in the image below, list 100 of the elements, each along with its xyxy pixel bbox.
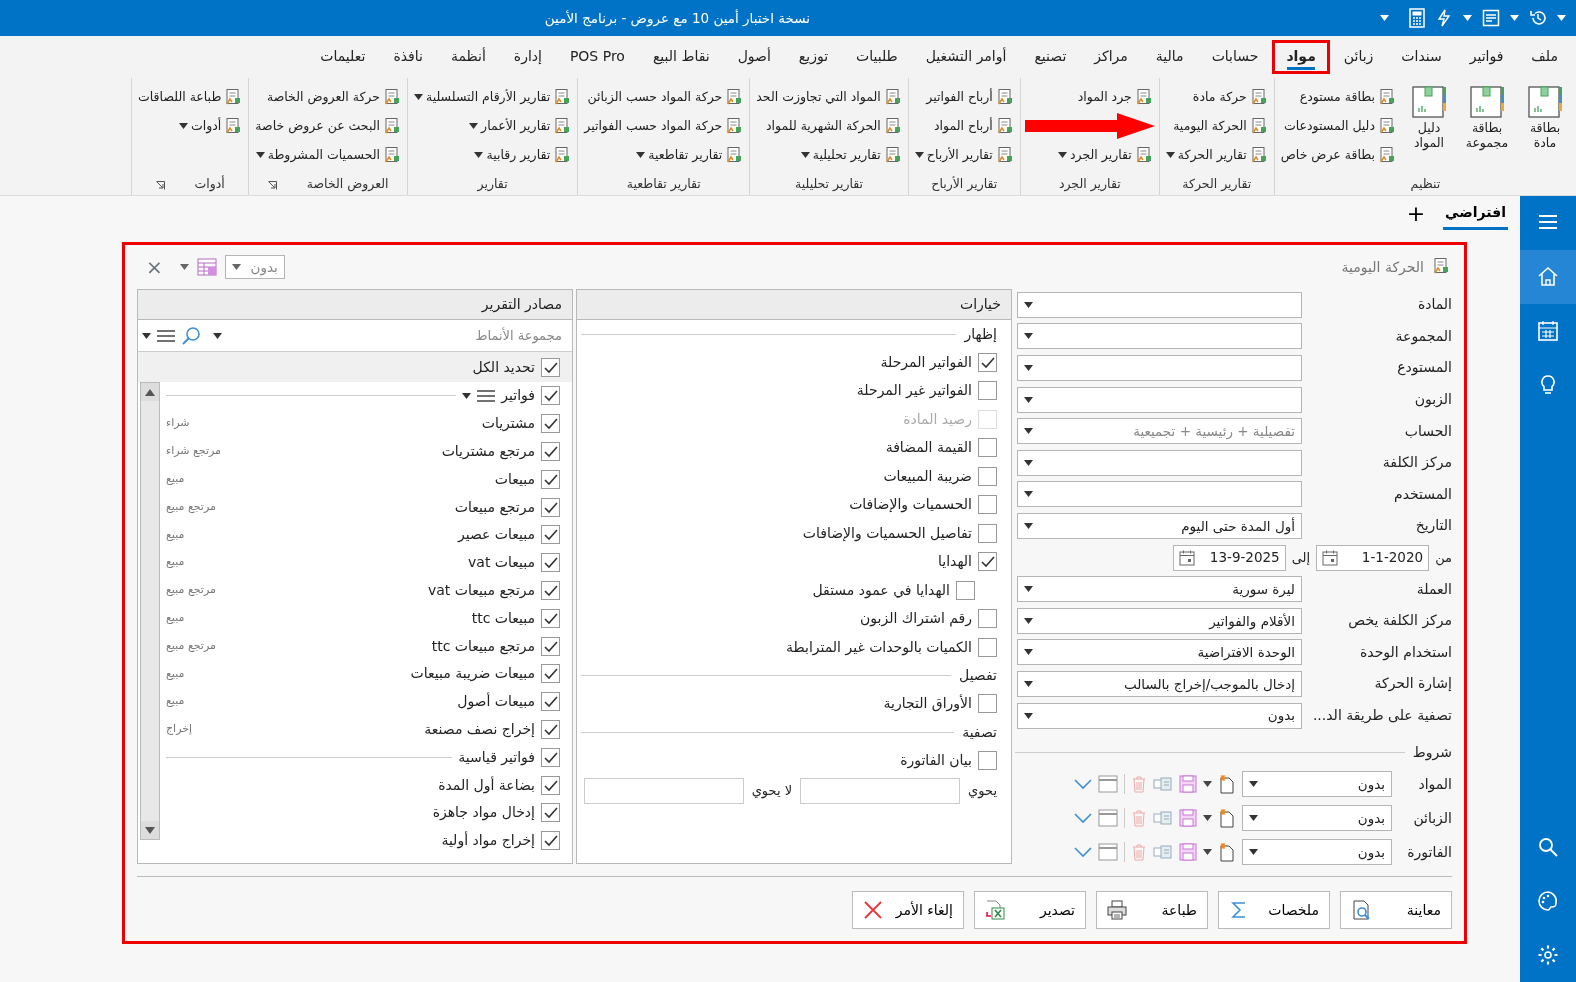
filter-dropdown[interactable]: بدون xyxy=(224,255,285,279)
dropdown-field[interactable] xyxy=(1017,481,1302,508)
checkbox[interactable] xyxy=(978,552,997,572)
new-document-icon[interactable] xyxy=(1218,808,1236,829)
checkbox[interactable] xyxy=(541,831,560,851)
ribbon-button[interactable]: تقارير الأعمار xyxy=(412,113,574,139)
ribbon-button[interactable]: بطاقة مجموعة xyxy=(1460,80,1514,175)
menu-tab[interactable]: طلبيات xyxy=(842,40,912,74)
dropdown-field[interactable]: الوحدة الافتراضية xyxy=(1017,639,1302,666)
menu-tab[interactable]: مراكز xyxy=(1080,40,1142,74)
history-icon[interactable] xyxy=(1529,9,1547,27)
checkbox[interactable] xyxy=(978,609,997,629)
lightning-icon[interactable] xyxy=(1435,9,1453,27)
window-icon[interactable] xyxy=(1098,843,1118,862)
checkbox[interactable] xyxy=(978,637,997,657)
date-field[interactable]: 1-1-2020 xyxy=(1316,544,1430,571)
ribbon-button[interactable]: الحركة اليومية xyxy=(1163,113,1270,139)
ribbon-button[interactable]: حركة المواد حسب الفواتير xyxy=(582,113,746,139)
caret-icon[interactable] xyxy=(142,332,151,339)
menu-tab[interactable]: زبائن xyxy=(1329,40,1388,74)
ribbon-button[interactable]: الحسميات المشروطة xyxy=(253,142,403,168)
new-document-icon[interactable] xyxy=(1218,842,1236,863)
ribbon-button[interactable]: أرباح المواد xyxy=(912,113,1016,139)
checkbox[interactable] xyxy=(541,497,560,517)
calendar-icon[interactable] xyxy=(1322,549,1339,566)
ribbon-button[interactable]: تقارير الحركة xyxy=(1163,142,1270,168)
menu-tab[interactable]: تعليمات xyxy=(306,40,380,74)
caret-icon[interactable] xyxy=(462,392,472,399)
checkbox[interactable] xyxy=(541,357,560,377)
checkbox[interactable] xyxy=(978,750,997,770)
checkbox[interactable] xyxy=(541,469,560,489)
action-button[interactable]: طباعة xyxy=(1096,891,1208,929)
menu-tab[interactable]: أنظمة xyxy=(436,40,500,74)
checkbox[interactable] xyxy=(978,495,997,515)
document-tab[interactable]: افتراضي xyxy=(1443,198,1508,230)
ribbon-button[interactable]: تقارير رقابية xyxy=(412,142,574,168)
ribbon-button[interactable]: الحركة الشهرية للمواد xyxy=(754,113,904,139)
menu-tab[interactable]: أصول xyxy=(723,40,785,74)
menu-tab[interactable]: حسابات xyxy=(1197,40,1273,74)
dropdown-field[interactable]: أول المدة حتى اليوم xyxy=(1017,512,1302,539)
dropdown-field[interactable]: بدون xyxy=(1017,702,1302,729)
calculator-icon[interactable] xyxy=(1409,8,1425,28)
caret-icon[interactable] xyxy=(1203,781,1212,788)
checkbox[interactable] xyxy=(541,636,560,656)
save-icon[interactable] xyxy=(1179,843,1197,862)
save-icon[interactable] xyxy=(1179,809,1197,828)
checkbox[interactable] xyxy=(541,719,560,739)
checkbox[interactable] xyxy=(956,580,975,600)
action-button[interactable]: معاينة xyxy=(1340,891,1452,929)
launcher-icon[interactable] xyxy=(155,180,165,190)
text-field[interactable] xyxy=(583,777,744,804)
dropdown-field[interactable] xyxy=(1017,355,1302,381)
caret-icon[interactable] xyxy=(1203,815,1212,822)
menu-tab[interactable]: مواد xyxy=(1272,40,1330,74)
menu-tab[interactable]: نافذة xyxy=(379,40,437,74)
ribbon-button[interactable]: حركة مادة xyxy=(1163,84,1270,110)
ribbon-button[interactable]: دليل المواد xyxy=(1402,80,1456,175)
ribbon-button[interactable]: تقارير الأرقام التسلسلية xyxy=(412,84,574,110)
ribbon-button[interactable]: دليل المستودعات xyxy=(1278,113,1398,139)
menu-icon[interactable] xyxy=(157,328,175,343)
scroll-down-icon[interactable] xyxy=(145,826,155,834)
checkbox[interactable] xyxy=(541,386,560,406)
checkbox[interactable] xyxy=(978,381,997,401)
checkbox[interactable] xyxy=(541,414,560,434)
window-icon[interactable] xyxy=(1098,775,1118,794)
add-tab-button[interactable]: + xyxy=(1400,203,1432,225)
table-icon[interactable] xyxy=(196,258,217,276)
menu-tab[interactable]: فواتير xyxy=(1455,40,1518,74)
dropdown-field[interactable]: تفصيلية + رئيسية + تجميعية xyxy=(1017,418,1302,445)
ribbon-button[interactable]: بطاقة عرض خاص xyxy=(1278,142,1398,168)
checkbox[interactable] xyxy=(978,466,997,486)
checkbox[interactable] xyxy=(978,352,997,372)
ribbon-button[interactable]: تقارير الأرباح xyxy=(912,142,1016,168)
checkbox[interactable] xyxy=(978,523,997,543)
action-button[interactable]: تصدير xyxy=(974,891,1086,929)
ribbon-button[interactable]: تقارير الجرد xyxy=(1024,142,1155,168)
scroll-up-icon[interactable] xyxy=(145,388,155,396)
ribbon-button[interactable]: أرباح الفواتير xyxy=(912,84,1016,110)
menu-tab[interactable]: توزيع xyxy=(784,40,843,74)
caret-icon[interactable] xyxy=(179,264,189,270)
window-icon[interactable] xyxy=(1098,809,1118,828)
checkbox[interactable] xyxy=(541,747,560,767)
calendar-icon[interactable] xyxy=(1178,549,1195,566)
dropdown-field[interactable] xyxy=(1017,291,1302,318)
ribbon-button[interactable]: جرد المواد xyxy=(1024,84,1155,110)
checkbox[interactable] xyxy=(541,664,560,684)
sidebar-item[interactable] xyxy=(1520,250,1576,304)
chevron-down-icon[interactable] xyxy=(1074,846,1092,859)
checkbox[interactable] xyxy=(978,694,997,714)
ribbon-button[interactable]: البحث عن عروض خاصة xyxy=(253,113,403,139)
dropdown-field[interactable] xyxy=(1017,323,1302,350)
checkbox[interactable] xyxy=(541,525,560,545)
ribbon-button[interactable]: حركة المواد حسب الزبائن xyxy=(582,84,746,110)
ribbon-button[interactable]: طباعة اللصاقات xyxy=(136,84,245,110)
form-icon[interactable] xyxy=(1482,9,1500,27)
checkbox[interactable] xyxy=(541,803,560,823)
menu-tab[interactable]: إدارة xyxy=(499,40,556,74)
dropdown-field[interactable] xyxy=(1017,386,1302,413)
checkbox[interactable] xyxy=(541,692,560,712)
ribbon-button[interactable]: المواد التي تجاوزت الحد xyxy=(754,84,904,110)
